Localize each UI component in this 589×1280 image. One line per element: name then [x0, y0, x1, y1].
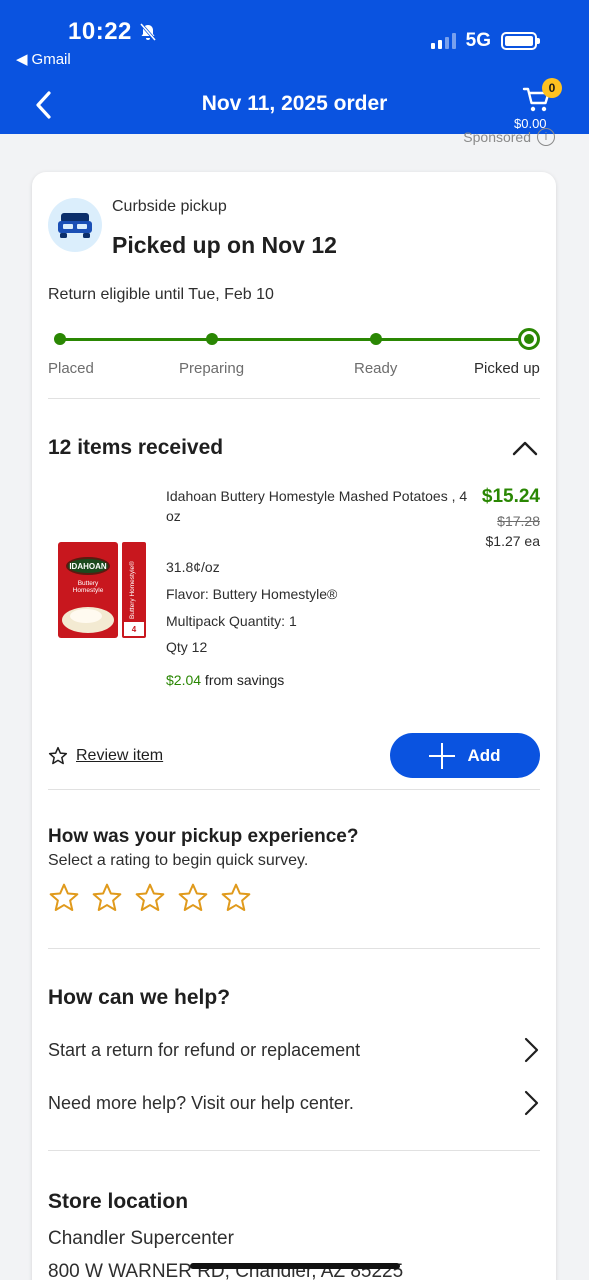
- return-eligibility: Return eligible until Tue, Feb 10: [48, 286, 274, 303]
- app-header: 10:22 ◀ Gmail 5G Nov 11, 2025 order 0 $0…: [0, 0, 589, 134]
- quantity-attr: Qty 12: [166, 639, 208, 655]
- rating-star-1[interactable]: [48, 882, 80, 914]
- package-servings: 4: [132, 625, 137, 634]
- fulfillment-method: Curbside pickup: [112, 198, 227, 215]
- home-indicator[interactable]: [190, 1263, 400, 1269]
- help-title: How can we help?: [48, 986, 231, 1009]
- info-icon: i: [537, 128, 555, 146]
- progress-tracker: [48, 328, 540, 352]
- network-type: 5G: [465, 30, 491, 51]
- product-image[interactable]: IDAHOAN Buttery Homestyle Buttery Homest…: [56, 540, 148, 642]
- start-return-link[interactable]: Start a return for refund or replacement: [48, 1035, 540, 1065]
- cart-count-badge: 0: [542, 78, 562, 98]
- back-triangle-icon: ◀: [16, 51, 28, 68]
- step-dot-ready: [370, 333, 382, 345]
- store-name: Chandler Supercenter: [48, 1228, 234, 1249]
- sponsored-text: Sponsored: [463, 129, 531, 145]
- divider: [48, 789, 540, 790]
- survey-title: How was your pickup experience?: [48, 826, 359, 847]
- cart-button[interactable]: 0 $0.00: [514, 78, 578, 134]
- start-return-label: Start a return for refund or replacement: [48, 1039, 361, 1060]
- step-dot-preparing: [206, 333, 218, 345]
- step-label-picked-up: Picked up: [474, 360, 540, 377]
- order-status-title: Picked up on Nov 12: [112, 232, 337, 258]
- multipack-attr: Multipack Quantity: 1: [166, 613, 297, 629]
- collapse-items-button[interactable]: [510, 436, 540, 460]
- signal-icon: [430, 33, 456, 49]
- items-heading: 12 items received: [48, 436, 224, 459]
- add-to-cart-button[interactable]: Add: [390, 733, 540, 778]
- rating-star-4[interactable]: [177, 882, 209, 914]
- step-dot-placed: [54, 333, 66, 345]
- plus-icon: [429, 742, 456, 769]
- back-app-label: Gmail: [31, 50, 71, 68]
- step-label-placed: Placed: [48, 360, 94, 377]
- status-indicators: 5G: [430, 30, 540, 52]
- status-bar-time: 10:22: [68, 18, 158, 46]
- package-flavor-line2: Homestyle: [73, 587, 104, 594]
- time-text: 10:22: [68, 18, 132, 45]
- silent-bell-icon: [139, 23, 157, 41]
- savings-amount: $2.04: [166, 672, 202, 688]
- step-label-preparing: Preparing: [179, 360, 245, 377]
- product-price: $15.24: [481, 486, 540, 507]
- flavor-attr: Flavor: Buttery Homestyle®: [166, 586, 338, 602]
- review-item-button[interactable]: Review item: [48, 746, 163, 766]
- rating-stars: [48, 882, 252, 914]
- divider: [48, 1150, 540, 1151]
- package-brand: IDAHOAN: [69, 562, 107, 571]
- unit-price: 31.8¢/oz: [166, 559, 220, 575]
- chevron-up-icon: [512, 441, 538, 456]
- chevron-right-icon: [524, 1090, 539, 1116]
- page-title: Nov 11, 2025 order: [201, 92, 388, 115]
- package-flavor-line1: Buttery: [78, 580, 99, 587]
- help-center-link[interactable]: Need more help? Visit our help center.: [48, 1088, 540, 1118]
- store-title: Store location: [48, 1190, 189, 1213]
- battery-icon: [501, 32, 540, 50]
- progress-line: [60, 338, 528, 341]
- add-button-label: Add: [467, 745, 501, 765]
- savings-label: from savings: [201, 672, 285, 688]
- car-icon: [48, 198, 102, 252]
- help-center-label: Need more help? Visit our help center.: [48, 1092, 354, 1113]
- star-outline-icon: [48, 746, 68, 765]
- rating-star-2[interactable]: [91, 882, 123, 914]
- survey-subtitle: Select a rating to begin quick survey.: [48, 852, 309, 869]
- rating-star-3[interactable]: [134, 882, 166, 914]
- step-dot-picked-up: [518, 328, 540, 350]
- package-side-text: Buttery Homestyle®: [128, 561, 136, 619]
- divider: [48, 948, 540, 949]
- divider: [48, 398, 540, 399]
- back-to-gmail[interactable]: ◀ Gmail: [16, 50, 71, 69]
- step-label-ready: Ready: [354, 360, 398, 377]
- chevron-right-icon: [524, 1037, 539, 1063]
- rating-star-5[interactable]: [220, 882, 252, 914]
- sponsored-label[interactable]: Sponsored i: [463, 128, 555, 146]
- order-card: Curbside pickup Picked up on Nov 12 Retu…: [32, 172, 556, 1280]
- product-name[interactable]: Idahoan Buttery Homestyle Mashed Potatoe…: [166, 486, 476, 526]
- savings-text: $2.04 from savings: [166, 672, 284, 688]
- product-each-price: $1.27 ea: [485, 533, 541, 549]
- review-item-link[interactable]: Review item: [76, 747, 163, 765]
- product-was-price: $17.28: [497, 513, 540, 529]
